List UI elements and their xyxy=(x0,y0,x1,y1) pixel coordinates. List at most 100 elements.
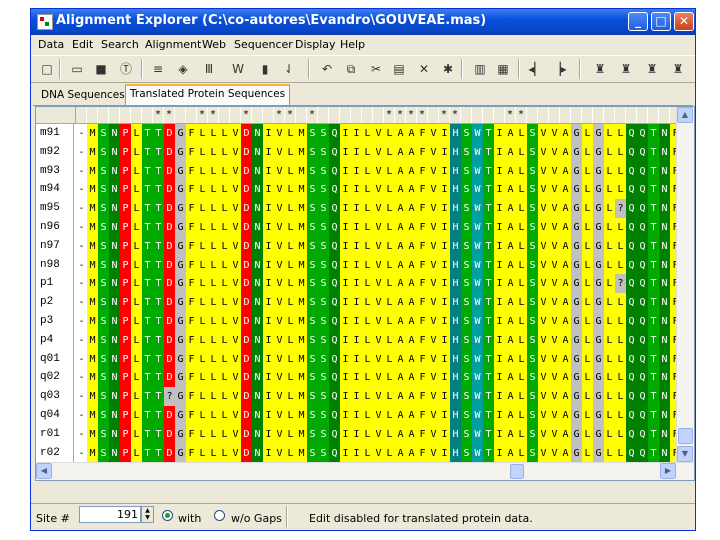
scroll-right-icon[interactable]: ▶ xyxy=(660,463,676,479)
residue-cell[interactable]: G xyxy=(571,180,582,200)
residue-cell[interactable]: L xyxy=(362,293,373,312)
residue-cell[interactable]: L xyxy=(582,180,593,200)
residue-cell[interactable]: I xyxy=(439,349,450,369)
residue-cell[interactable]: A xyxy=(560,142,571,162)
residue-cell[interactable]: I xyxy=(494,218,505,237)
residue-cell[interactable]: L xyxy=(604,330,615,350)
residue-cell[interactable]: A xyxy=(560,180,571,200)
sequence-row[interactable]: r01- M S N P L T T D G F L L L V D N I V L M S S Q I I L V L A A F V I H S W… xyxy=(36,424,694,444)
residue-cell[interactable]: D xyxy=(164,218,175,237)
residue-cell[interactable]: G xyxy=(593,180,604,200)
residue-cell[interactable]: I xyxy=(439,387,450,406)
residue-cell[interactable]: V xyxy=(230,180,241,200)
residue-cell[interactable]: M xyxy=(296,236,307,256)
residue-cell[interactable]: A xyxy=(395,349,406,369)
residue-cell[interactable]: H xyxy=(450,199,461,218)
sequence-row[interactable]: q03- M S N P L T T? G F L L L V D N I V L M S S Q I I L V L A A F V I H S W… xyxy=(36,387,694,406)
sequence-name[interactable]: r02 xyxy=(36,443,74,463)
residue-cell[interactable]: S xyxy=(461,293,472,312)
residue-cell[interactable]: A xyxy=(395,218,406,237)
residue-cell[interactable]: F xyxy=(417,236,428,256)
menu-display[interactable]: Display xyxy=(295,38,336,51)
residue-cell[interactable]: N xyxy=(659,255,670,275)
residue-cell[interactable]: L xyxy=(516,161,527,181)
residue-cell[interactable]: L xyxy=(219,406,230,425)
residue-cell[interactable]: A xyxy=(395,443,406,463)
residue-cell[interactable]: L xyxy=(604,349,615,369)
residue-cell[interactable]: N xyxy=(659,406,670,425)
residue-cell[interactable]: L xyxy=(516,274,527,294)
residue-cell[interactable]: A xyxy=(406,349,417,369)
residue-cell[interactable]: V xyxy=(549,255,560,275)
residue-cell[interactable]: L xyxy=(131,443,142,463)
residue-cell[interactable]: Q xyxy=(329,387,340,406)
residue-cell[interactable]: W xyxy=(472,180,483,200)
residue-cell[interactable]: G xyxy=(571,387,582,406)
residue-cell[interactable]: T xyxy=(142,218,153,237)
residue-cell[interactable]: M xyxy=(87,255,98,275)
residue-cell[interactable]: I xyxy=(494,236,505,256)
residue-cell[interactable]: A xyxy=(406,161,417,181)
residue-cell[interactable]: L xyxy=(582,387,593,406)
residue-cell[interactable]: S xyxy=(98,293,109,312)
residue-cell[interactable]: L xyxy=(208,274,219,294)
residue-cell[interactable]: L xyxy=(208,218,219,237)
residue-cell[interactable]: ? xyxy=(615,199,626,218)
residue-cell[interactable]: W xyxy=(472,387,483,406)
residue-cell[interactable]: F xyxy=(417,274,428,294)
residue-cell[interactable]: S xyxy=(461,161,472,181)
residue-cell[interactable]: T xyxy=(483,387,494,406)
residue-cell[interactable]: I xyxy=(340,142,351,162)
residue-cell[interactable]: V xyxy=(428,293,439,312)
residue-cell[interactable]: A xyxy=(406,124,417,143)
residue-cell[interactable]: L xyxy=(582,443,593,463)
residue-cell[interactable]: T xyxy=(153,406,164,425)
residue-cell[interactable]: G xyxy=(571,236,582,256)
residue-cell[interactable]: M xyxy=(87,312,98,331)
residue-cell[interactable]: L xyxy=(604,293,615,312)
residue-cell[interactable]: A xyxy=(395,124,406,143)
residue-cell[interactable]: I xyxy=(263,142,274,162)
residue-cell[interactable]: V xyxy=(538,330,549,350)
residue-cell[interactable]: T xyxy=(648,424,659,444)
residue-cell[interactable]: L xyxy=(384,349,395,369)
residue-cell[interactable]: P xyxy=(120,124,131,143)
residue-cell[interactable]: V xyxy=(274,443,285,463)
residue-cell[interactable]: L xyxy=(219,368,230,388)
residue-cell[interactable]: L xyxy=(615,255,626,275)
residue-cell[interactable]: I xyxy=(494,349,505,369)
residue-cell[interactable]: Q xyxy=(626,293,637,312)
residue-cell[interactable]: T xyxy=(142,293,153,312)
residue-cell[interactable]: L xyxy=(362,199,373,218)
residue-cell[interactable]: I xyxy=(263,218,274,237)
residue-cell[interactable]: H xyxy=(450,424,461,444)
sequence-row[interactable]: m91- M S N P L T T D G F L L L V D N I V L M S S Q I I L V L A A F V I H S W… xyxy=(36,124,694,143)
residue-cell[interactable]: N xyxy=(109,368,120,388)
residue-cell[interactable]: W xyxy=(472,199,483,218)
residue-cell[interactable]: D xyxy=(241,443,252,463)
residue-cell[interactable]: N xyxy=(109,255,120,275)
residue-cell[interactable]: S xyxy=(527,255,538,275)
residue-cell[interactable]: Q xyxy=(329,406,340,425)
residue-cell[interactable]: L xyxy=(582,199,593,218)
residue-cell[interactable]: T xyxy=(153,236,164,256)
residue-cell[interactable]: P xyxy=(120,199,131,218)
residue-cell[interactable]: N xyxy=(109,161,120,181)
site-number-input[interactable]: 191 xyxy=(79,506,141,523)
residue-cell[interactable]: G xyxy=(175,293,186,312)
residue-cell[interactable]: V xyxy=(538,142,549,162)
residue-cell[interactable]: S xyxy=(307,180,318,200)
residue-cell[interactable]: S xyxy=(307,199,318,218)
residue-cell[interactable]: L xyxy=(219,312,230,331)
residue-cell[interactable]: V xyxy=(538,218,549,237)
residue-cell[interactable]: V xyxy=(538,387,549,406)
insert-sequence-icon[interactable]: ▥ xyxy=(471,60,489,78)
residue-cell[interactable]: Q xyxy=(626,312,637,331)
open-folder-icon[interactable]: ▭ xyxy=(68,60,86,78)
residue-cell[interactable]: - xyxy=(76,387,87,406)
scroll-up-icon[interactable]: ▲ xyxy=(677,107,693,123)
residue-cell[interactable]: G xyxy=(175,330,186,350)
residue-cell[interactable]: I xyxy=(263,312,274,331)
residue-cell[interactable]: T xyxy=(648,387,659,406)
residue-cell[interactable]: V xyxy=(538,293,549,312)
